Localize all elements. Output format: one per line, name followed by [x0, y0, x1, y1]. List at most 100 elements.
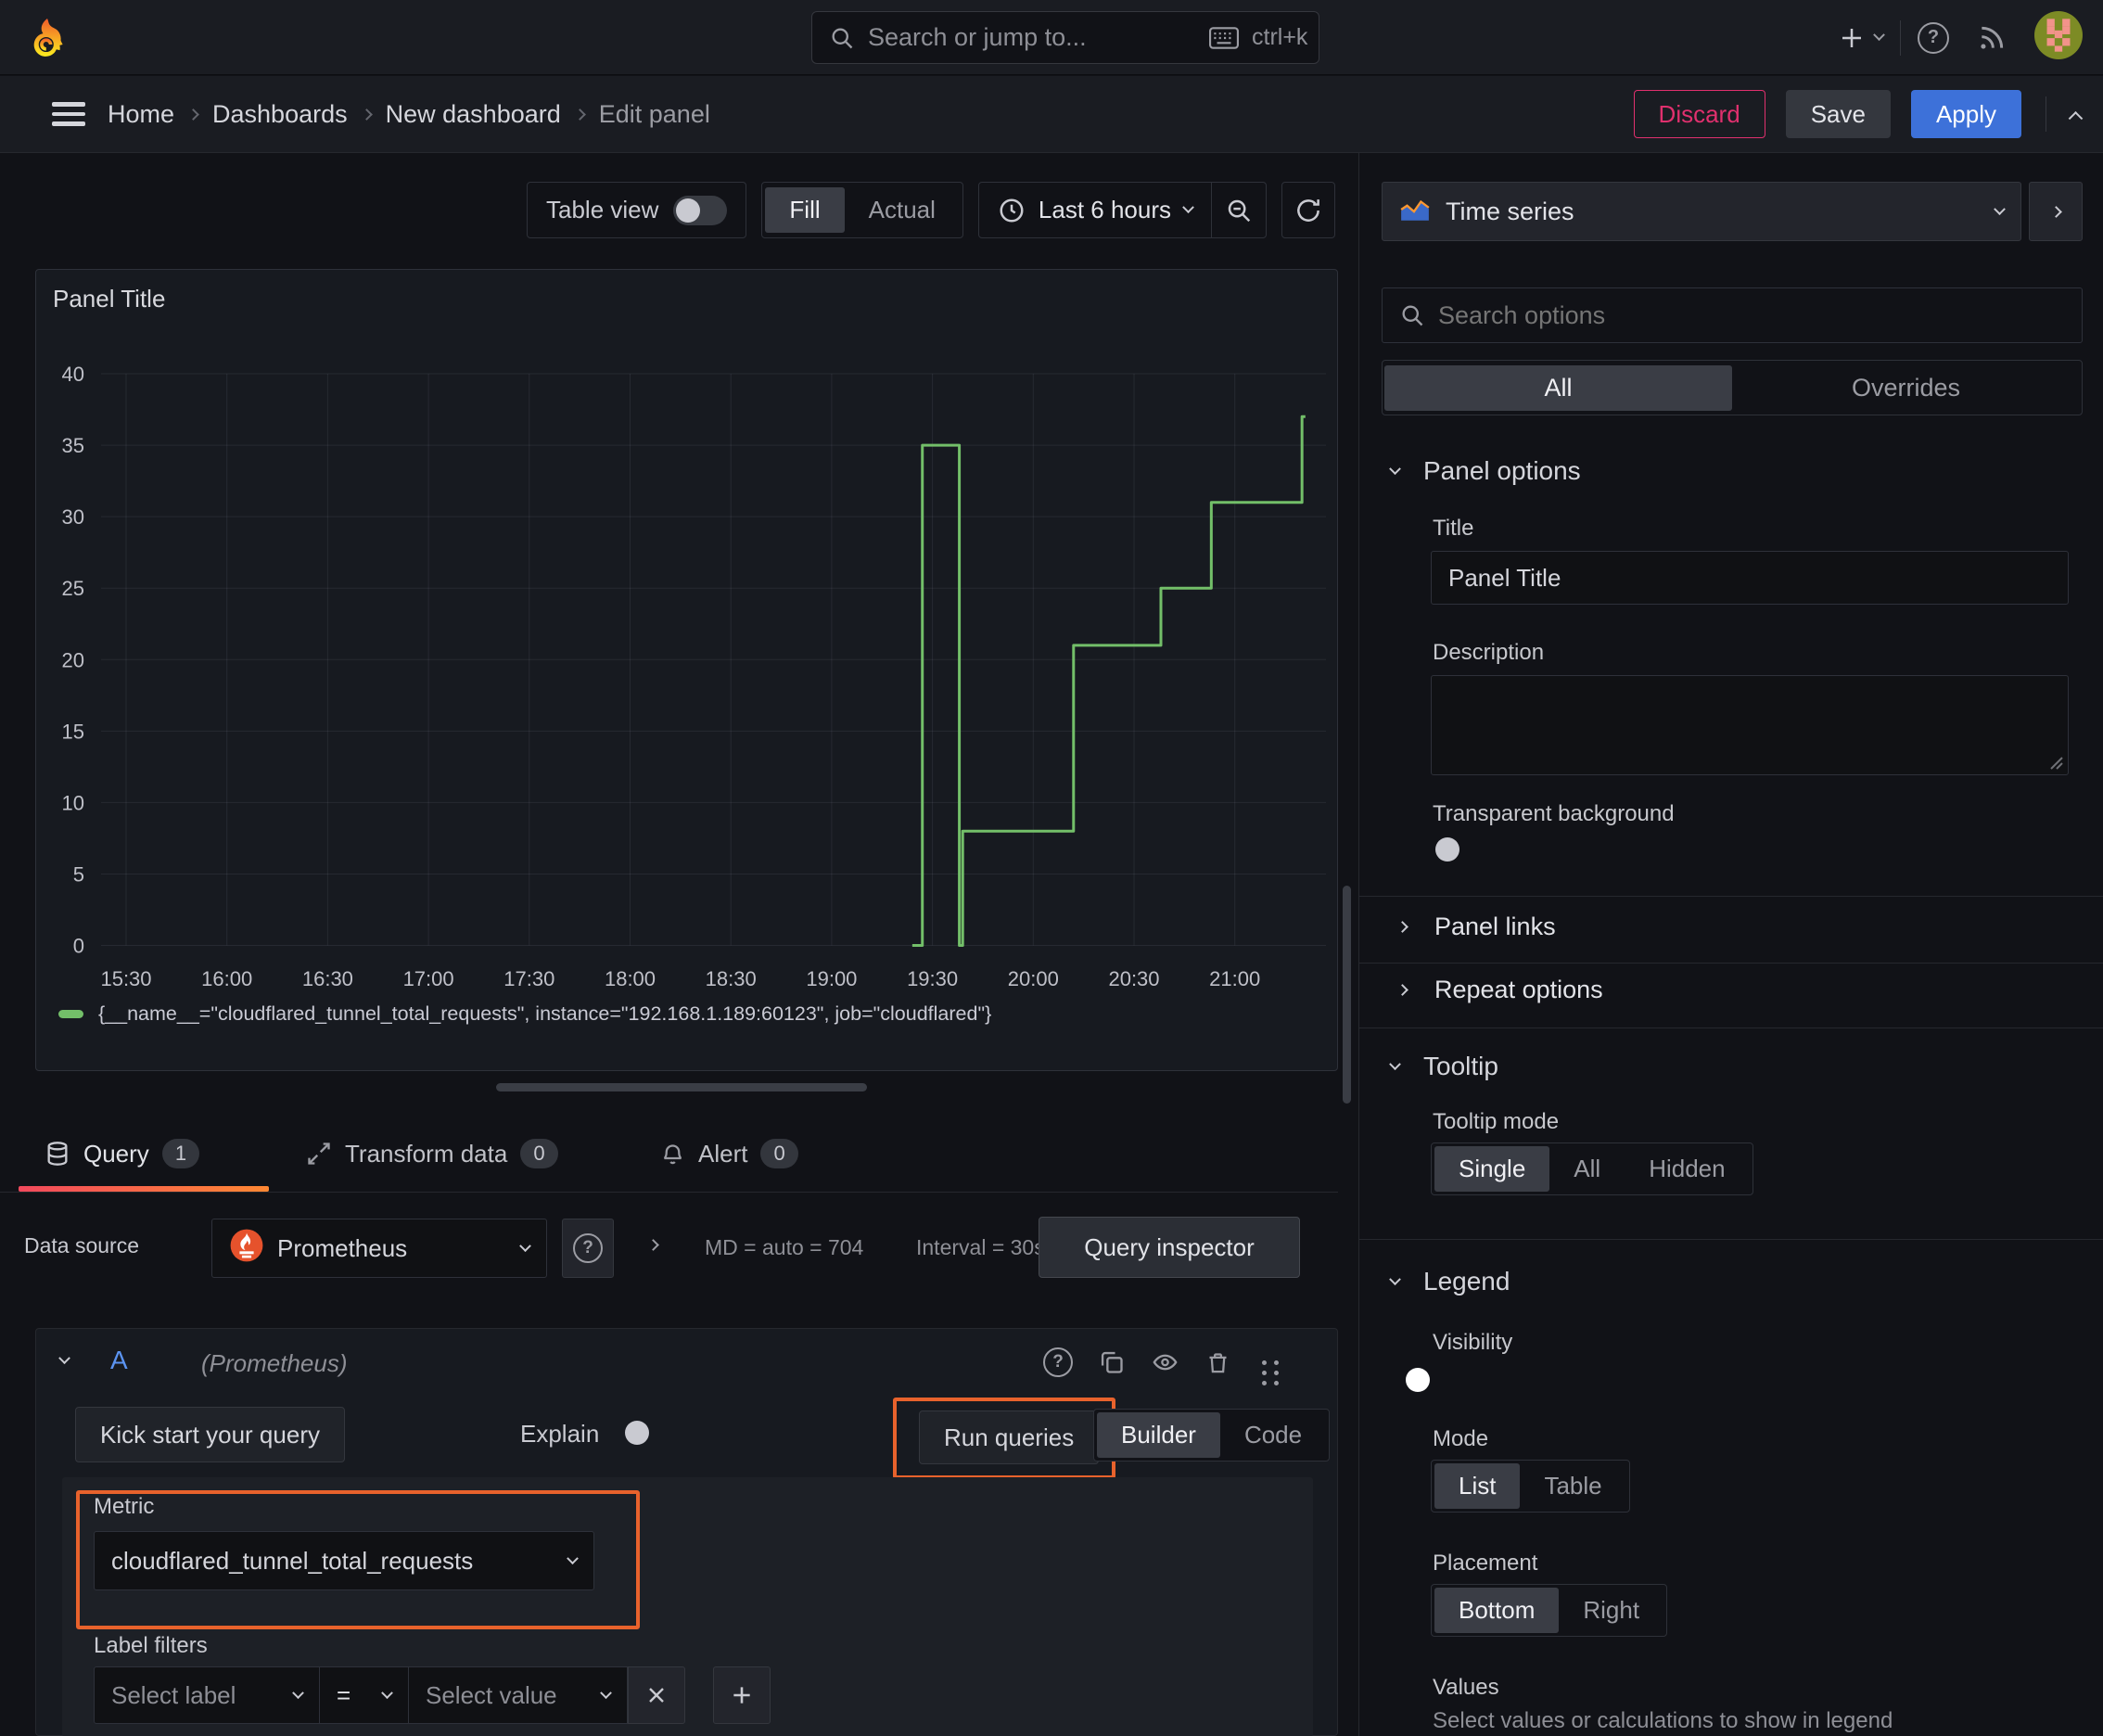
time-series-chart: 0 5 10 15 20 25 30 35 40 15:30 16:00 16:30 17:00 17:3…	[62, 363, 1326, 990]
active-tab-underline	[19, 1186, 269, 1192]
collapse-options-pane-icon[interactable]	[2068, 110, 2084, 126]
panel-view-toolbar: Table view Fill Actual Last 6 hours	[0, 182, 1338, 238]
query-options-md[interactable]: MD = auto = 704	[705, 1235, 863, 1260]
avatar[interactable]	[2034, 11, 2083, 64]
legend-mode-list[interactable]: List	[1434, 1463, 1521, 1509]
breadcrumb-home[interactable]: Home	[108, 100, 174, 129]
panel-title-input[interactable]	[1431, 551, 2069, 605]
keyboard-icon	[1209, 26, 1239, 49]
chevron-down-icon	[567, 1551, 579, 1564]
query-collapse-icon[interactable]	[58, 1352, 70, 1365]
svg-text:35: 35	[62, 434, 84, 457]
vertical-scrollbar[interactable]	[1343, 886, 1351, 1104]
zoom-out-icon[interactable]	[1212, 183, 1266, 237]
legend-mode-table[interactable]: Table	[1520, 1463, 1625, 1509]
global-search-input[interactable]	[868, 23, 1196, 52]
discard-button[interactable]: Discard	[1633, 90, 1765, 138]
tab-transform-data[interactable]: Transform data 0	[306, 1139, 558, 1168]
close-icon	[645, 1684, 668, 1706]
options-tab-overrides[interactable]: Overrides	[1732, 365, 2080, 411]
add-filter-button[interactable]	[713, 1666, 771, 1724]
datasource-help-button[interactable]: ?	[562, 1219, 614, 1278]
title-field-label: Title	[1433, 516, 1474, 541]
panel-links-section[interactable]: Panel links	[1396, 913, 1556, 941]
section-divider	[1359, 896, 2103, 897]
save-button[interactable]: Save	[1785, 90, 1891, 138]
legend-visibility-label: Visibility	[1433, 1330, 1513, 1355]
description-textarea[interactable]	[1431, 675, 2069, 775]
svg-text:20:30: 20:30	[1108, 967, 1159, 990]
legend-placement-bottom[interactable]: Bottom	[1434, 1588, 1560, 1633]
apply-button[interactable]: Apply	[1910, 90, 2021, 138]
top-nav-bar: ctrl+k ?	[0, 0, 2103, 75]
options-search[interactable]	[1382, 287, 2083, 343]
menu-toggle-icon[interactable]	[52, 102, 85, 126]
repeat-options-section[interactable]: Repeat options	[1396, 976, 1603, 1004]
transform-icon	[306, 1141, 332, 1167]
remove-filter-button[interactable]	[628, 1666, 685, 1724]
all-overrides-segmented: All Overrides	[1382, 360, 2083, 415]
chevron-right-icon	[2049, 205, 2062, 218]
select-label-dropdown[interactable]: Select label	[94, 1666, 320, 1724]
options-search-input[interactable]	[1438, 300, 2065, 330]
legend-placement-right[interactable]: Right	[1559, 1588, 1663, 1633]
table-view-label: Table view	[546, 196, 659, 223]
datasource-name: Prometheus	[277, 1233, 408, 1262]
panel-options-header[interactable]: Panel options	[1389, 456, 1581, 486]
grafana-logo-icon[interactable]	[28, 17, 67, 64]
chevron-down-icon	[1873, 29, 1885, 42]
new-menu-button[interactable]	[1838, 24, 1885, 52]
panel-resize-handle[interactable]	[496, 1083, 867, 1091]
collapse-viz-options-button[interactable]	[2029, 182, 2083, 241]
svg-text:16:30: 16:30	[302, 967, 353, 990]
query-options-expand-icon[interactable]	[647, 1239, 659, 1251]
visualization-picker[interactable]: Time series	[1382, 182, 2021, 241]
query-inspector-button[interactable]: Query inspector	[1039, 1217, 1300, 1278]
time-range-picker[interactable]: Last 6 hours	[979, 196, 1211, 224]
query-row-actions: ?	[1043, 1347, 1267, 1377]
operator-dropdown[interactable]: =	[320, 1666, 409, 1724]
metric-select[interactable]: cloudflared_tunnel_total_requests	[94, 1531, 594, 1590]
query-ref-id[interactable]: A	[110, 1346, 128, 1375]
options-tab-all[interactable]: All	[1384, 364, 1732, 411]
legend-section-header[interactable]: Legend	[1389, 1267, 1510, 1296]
query-help-icon[interactable]: ?	[1043, 1347, 1073, 1377]
duplicate-query-icon[interactable]	[1099, 1349, 1125, 1375]
actual-option[interactable]: Actual	[845, 187, 960, 233]
breadcrumb-dashboards[interactable]: Dashboards	[212, 100, 348, 129]
news-rss-icon[interactable]	[1977, 23, 2007, 53]
tab-query-label: Query	[83, 1139, 149, 1168]
breadcrumb: Home Dashboards New dashboard Edit panel	[108, 76, 710, 152]
builder-option[interactable]: Builder	[1097, 1412, 1220, 1458]
global-search[interactable]: ctrl+k	[811, 11, 1319, 64]
run-queries-button[interactable]: Run queries	[919, 1410, 1100, 1464]
tooltip-mode-single[interactable]: Single	[1434, 1146, 1550, 1192]
tab-query[interactable]: Query 1	[45, 1139, 200, 1168]
select-value-dropdown[interactable]: Select value	[409, 1666, 628, 1724]
datasource-label: Data source	[24, 1233, 140, 1257]
table-view-toggle[interactable]	[673, 195, 728, 225]
kick-start-query-button[interactable]: Kick start your query	[75, 1407, 345, 1462]
tooltip-mode-hidden[interactable]: Hidden	[1625, 1146, 1749, 1192]
svg-text:17:30: 17:30	[503, 967, 554, 990]
delete-query-trash-icon[interactable]	[1205, 1349, 1230, 1376]
sidebar-divider	[1358, 153, 1359, 1736]
code-option[interactable]: Code	[1220, 1412, 1326, 1458]
chart-legend[interactable]: {__name__="cloudflared_tunnel_total_requ…	[58, 1002, 991, 1026]
datasource-picker[interactable]: Prometheus	[211, 1219, 547, 1278]
fill-option[interactable]: Fill	[765, 187, 845, 233]
svg-text:25: 25	[62, 577, 84, 600]
chevron-down-icon	[381, 1686, 393, 1699]
query-builder-area: Metric cloudflared_tunnel_total_requests…	[62, 1477, 1313, 1736]
query-options-interval[interactable]: Interval = 30s	[916, 1235, 1045, 1260]
chevron-right-icon	[1396, 984, 1408, 996]
tooltip-mode-all[interactable]: All	[1549, 1146, 1625, 1192]
tooltip-section-header[interactable]: Tooltip	[1389, 1052, 1498, 1081]
toggle-visibility-eye-icon[interactable]	[1151, 1349, 1179, 1375]
drag-handle-icon[interactable]	[1262, 1359, 1267, 1365]
breadcrumb-new-dashboard[interactable]: New dashboard	[386, 100, 561, 129]
help-icon[interactable]: ?	[1918, 21, 1949, 54]
tab-alert[interactable]: Alert 0	[660, 1139, 798, 1168]
refresh-button[interactable]	[1281, 182, 1335, 238]
resize-handle-icon[interactable]	[2050, 757, 2063, 770]
